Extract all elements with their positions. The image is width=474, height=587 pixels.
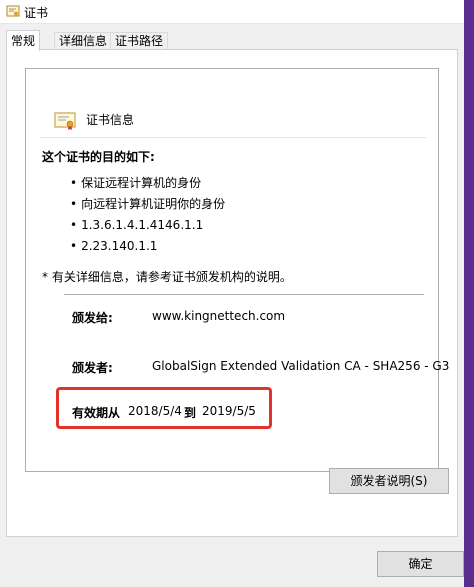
list-item: 向远程计算机证明你的身份 [70,194,225,215]
divider [40,137,426,138]
issuer-statement-button[interactable]: 颁发者说明(S) [329,468,449,494]
details-note: * 有关详细信息，请参考证书颁发机构的说明。 [42,270,292,284]
valid-from-label: 有效期从 [72,406,121,420]
issued-by-label: 颁发者: [72,361,113,375]
issued-to-label: 颁发给: [72,311,113,325]
tab-details[interactable]: 详细信息 [54,32,113,50]
list-item: 保证远程计算机的身份 [70,173,225,194]
tab-certification-path[interactable]: 证书路径 [110,32,169,50]
title-bar: 证书 [0,0,464,24]
certificate-info-title: 证书信息 [86,113,135,127]
valid-to-label: 到 [184,406,197,420]
purpose-list: 保证远程计算机的身份 向远程计算机证明你的身份 1.3.6.1.4.1.4146… [70,173,225,257]
certificate-icon [54,112,76,130]
tab-general[interactable]: 常规 [6,30,41,51]
issued-by-value: GlobalSign Extended Validation CA - SHA2… [152,359,450,373]
background-window-edge [464,0,474,587]
window-title: 证书 [24,6,49,20]
list-item: 1.3.6.1.4.1.4146.1.1 [70,215,225,236]
tab-bar: 常规 详细信息 证书路径 [6,30,458,51]
valid-to-value: 2019/5/5 [202,404,256,418]
divider [64,294,424,295]
list-item: 2.23.140.1.1 [70,236,225,257]
ok-button[interactable]: 确定 [377,551,464,577]
valid-from-value: 2018/5/4 [128,404,182,418]
issued-to-value: www.kingnettech.com [152,309,286,323]
certificate-info-box: 证书信息 这个证书的目的如下: 保证远程计算机的身份 向远程计算机证明你的身份 … [25,68,449,472]
certificate-icon [6,5,20,17]
purpose-heading: 这个证书的目的如下: [42,150,155,164]
general-panel: 证书信息 这个证书的目的如下: 保证远程计算机的身份 向远程计算机证明你的身份 … [6,49,458,537]
